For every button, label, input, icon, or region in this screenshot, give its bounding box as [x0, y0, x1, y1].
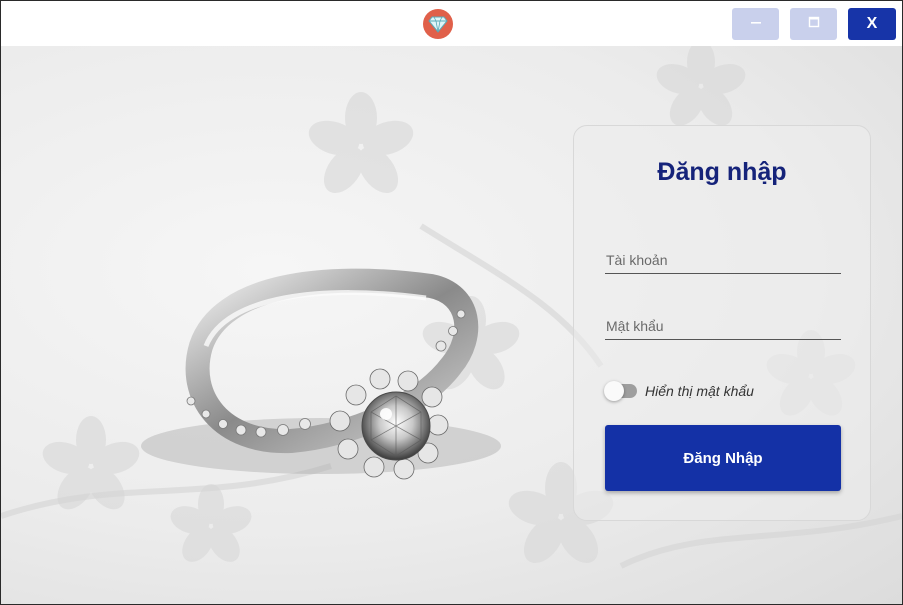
close-label: X: [866, 15, 878, 32]
maximize-button[interactable]: [790, 8, 837, 40]
close-button[interactable]: X: [848, 8, 896, 40]
title-bar[interactable]: X: [1, 1, 902, 46]
diamond-icon: [423, 9, 453, 39]
toggle-knob: [604, 381, 624, 401]
show-password-toggle[interactable]: [604, 381, 637, 401]
password-input[interactable]: [605, 312, 841, 340]
minimize-icon: [750, 15, 762, 33]
show-password-label: Hiển thị mật khẩu: [645, 383, 754, 399]
login-button[interactable]: Đăng Nhập: [605, 425, 841, 491]
login-window: X Đăng nhập Tài khoản Hiển thị mật khẩu …: [0, 0, 903, 605]
login-title: Đăng nhập: [657, 158, 787, 186]
login-card: Đăng nhập Hiển thị mật khẩu Đăng Nhập: [573, 125, 871, 521]
username-input[interactable]: [605, 246, 841, 274]
login-screen: Đăng nhập Hiển thị mật khẩu Đăng Nhập: [1, 46, 902, 604]
minimize-button[interactable]: [732, 8, 779, 40]
maximize-icon: [808, 15, 820, 33]
